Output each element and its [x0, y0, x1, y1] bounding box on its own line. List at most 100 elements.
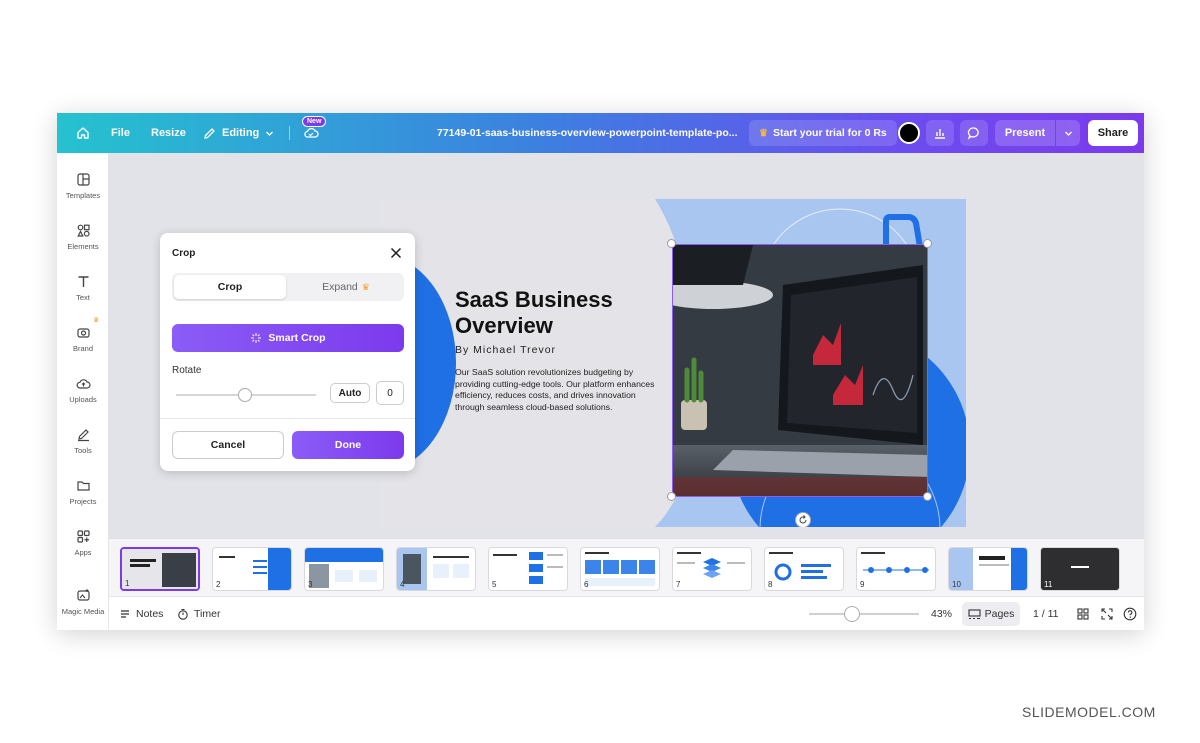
crop-handle-bottom-left[interactable] — [667, 492, 676, 501]
cloud-check-icon — [304, 127, 319, 138]
sidebar-item-text[interactable]: Text — [57, 265, 109, 311]
thumbnail-preview — [581, 548, 659, 590]
thumbnail-preview — [1041, 548, 1119, 590]
crown-icon: ♛ — [93, 317, 100, 324]
close-icon — [390, 247, 402, 259]
sidebar-item-brand[interactable]: ♛ Brand — [57, 316, 109, 362]
tab-crop[interactable]: Crop — [174, 275, 286, 299]
page-number: 5 — [492, 580, 497, 589]
document-title[interactable]: 77149-01-saas-business-overview-powerpoi… — [437, 113, 737, 153]
page-thumbnail-6[interactable]: 6 — [580, 547, 660, 591]
page-number: 2 — [216, 580, 221, 589]
slide-body-text[interactable]: Our SaaS solution revolutionizes budgeti… — [455, 367, 655, 413]
rotate-slider-thumb[interactable] — [238, 388, 252, 402]
sidebar-item-uploads[interactable]: Uploads — [57, 367, 109, 413]
page-thumbnail-3[interactable]: 3 — [304, 547, 384, 591]
sidebar-item-elements[interactable]: Elements — [57, 214, 109, 260]
timer-button[interactable]: Timer — [177, 597, 220, 630]
sidebar-label: Projects — [69, 497, 97, 506]
zoom-level[interactable]: 43% — [931, 597, 952, 630]
page-thumbnail-11[interactable]: 11 — [1040, 547, 1120, 591]
color-swatch-button[interactable] — [898, 122, 920, 144]
slide-author[interactable]: By Michael Trevor — [455, 344, 556, 356]
canvas-area: SaaS Business Overview By Michael Trevor… — [109, 153, 1144, 538]
editing-mode-menu[interactable]: Editing — [203, 113, 274, 153]
page-number: 9 — [860, 580, 865, 589]
page-thumbnail-5[interactable]: 5 — [488, 547, 568, 591]
zoom-slider-track[interactable] — [809, 613, 919, 615]
present-options-button[interactable] — [1056, 120, 1080, 146]
resize-menu[interactable]: Resize — [151, 113, 186, 153]
page-thumbnail-7[interactable]: 7 — [672, 547, 752, 591]
trial-label: Start your trial for 0 Rs — [772, 127, 887, 139]
page-thumbnail-10[interactable]: 10 — [948, 547, 1028, 591]
apps-icon — [76, 530, 90, 543]
sidebar-label: Brand — [72, 344, 93, 353]
file-menu[interactable]: File — [111, 113, 130, 153]
crop-handle-top-left[interactable] — [667, 239, 676, 248]
page-thumbnail-4[interactable]: 4 — [396, 547, 476, 591]
page-number: 8 — [768, 580, 773, 589]
home-button[interactable] — [71, 113, 95, 153]
help-button[interactable] — [1123, 597, 1137, 630]
page-thumbnail-1[interactable]: 1 — [120, 547, 200, 591]
page-number: 10 — [952, 580, 961, 589]
sidebar-label: Templates — [65, 191, 101, 200]
folder-icon — [76, 481, 90, 491]
rotate-handle[interactable] — [795, 512, 811, 527]
slide-title[interactable]: SaaS Business Overview — [455, 287, 655, 339]
smart-crop-button[interactable]: Smart Crop — [172, 324, 404, 352]
pages-button[interactable]: Pages — [962, 602, 1020, 626]
expand-icon — [1101, 608, 1113, 620]
done-button[interactable]: Done — [292, 431, 404, 459]
page-thumbnail-8[interactable]: 8 — [764, 547, 844, 591]
sidebar-label: Text — [76, 293, 90, 302]
sparkle-icon — [251, 333, 262, 343]
watermark: SLIDEMODEL.COM — [1022, 704, 1156, 720]
thumbnail-preview — [213, 548, 291, 590]
sidebar-item-magic-media[interactable]: Magic Media — [57, 579, 109, 625]
page-thumbnail-9[interactable]: 9 — [856, 547, 936, 591]
thumbnail-preview — [765, 548, 843, 590]
thumbnail-preview — [397, 548, 475, 590]
crop-handle-bottom-right[interactable] — [923, 492, 932, 501]
notes-label: Notes — [136, 608, 164, 620]
rotate-value-input[interactable]: 0 — [376, 381, 404, 405]
crop-handle-top-right[interactable] — [923, 239, 932, 248]
bar-chart-icon — [935, 129, 945, 139]
templates-icon — [76, 173, 90, 186]
crop-mode-toggle: Crop Expand ♛ — [172, 273, 404, 301]
notes-button[interactable]: Notes — [119, 597, 163, 630]
present-button[interactable]: Present — [995, 120, 1055, 146]
cropped-laptop-photo[interactable] — [672, 244, 928, 497]
toolbar-divider — [289, 126, 290, 140]
page-number: 7 — [676, 580, 681, 589]
start-trial-button[interactable]: ♛ Start your trial for 0 Rs — [749, 120, 897, 146]
sidebar-item-tools[interactable]: Tools — [57, 418, 109, 464]
sidebar-item-templates[interactable]: Templates — [57, 163, 109, 209]
new-badge: New — [302, 116, 327, 127]
analytics-button[interactable] — [926, 120, 954, 146]
auto-rotate-button[interactable]: Auto — [330, 383, 370, 403]
page-number: 4 — [400, 580, 405, 589]
slide-canvas[interactable]: SaaS Business Overview By Michael Trevor… — [380, 199, 966, 527]
grid-view-button[interactable] — [1077, 597, 1089, 630]
comments-button[interactable] — [960, 120, 988, 146]
rotate-slider[interactable] — [172, 388, 320, 402]
sidebar-label: Magic Media — [61, 607, 105, 616]
cancel-button[interactable]: Cancel — [172, 431, 284, 459]
tab-expand[interactable]: Expand ♛ — [290, 275, 402, 299]
sidebar-item-apps[interactable]: Apps — [57, 520, 109, 566]
zoom-slider-thumb[interactable] — [844, 606, 860, 622]
bottom-bar: Notes Timer 43% Pages 1 / 11 — [109, 596, 1144, 630]
pages-label: Pages — [984, 608, 1015, 620]
fullscreen-button[interactable] — [1101, 597, 1113, 630]
page-thumbnail-2[interactable]: 2 — [212, 547, 292, 591]
grid-icon — [1077, 608, 1089, 620]
pages-icon — [968, 608, 981, 619]
thumbnail-preview — [673, 548, 751, 590]
close-button[interactable] — [389, 246, 403, 260]
sidebar-item-projects[interactable]: Projects — [57, 469, 109, 515]
share-button[interactable]: Share — [1088, 120, 1138, 146]
sidebar-label: Tools — [74, 446, 92, 455]
